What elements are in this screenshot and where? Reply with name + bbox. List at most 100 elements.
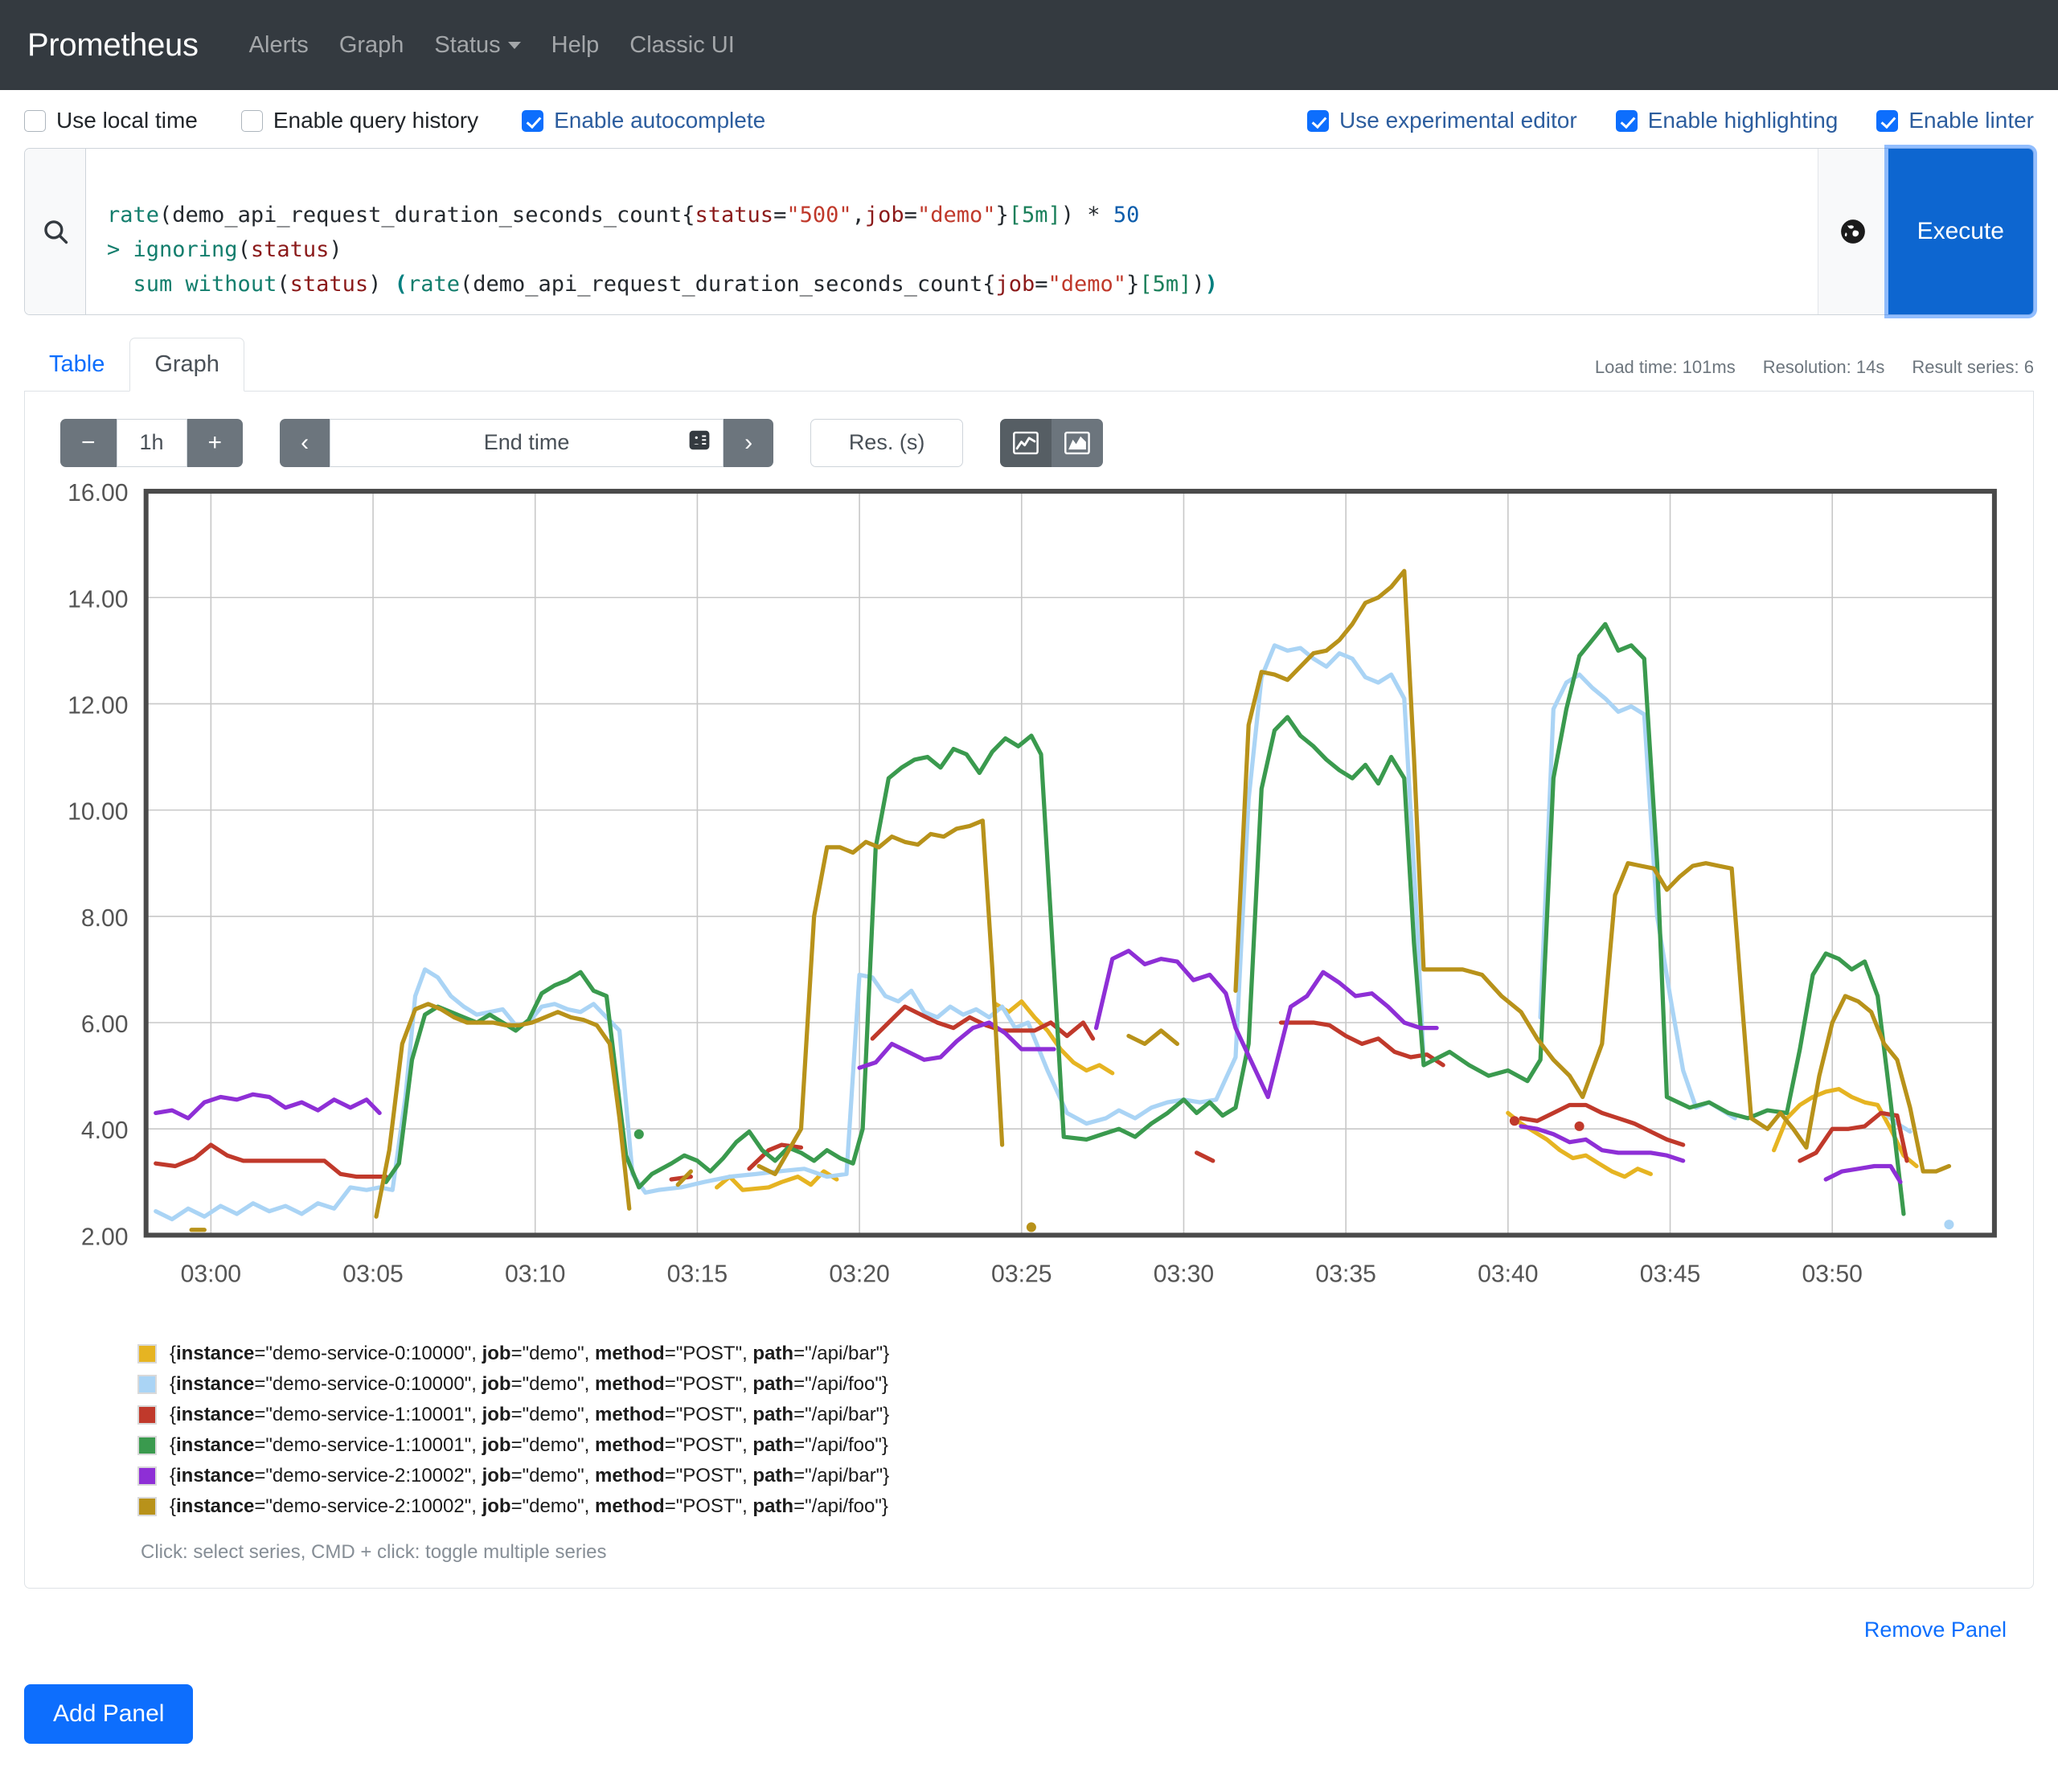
query-paren-1: ( — [159, 203, 172, 228]
search-icon[interactable] — [25, 149, 86, 314]
legend-item[interactable]: {instance="demo-service-0:10000", job="d… — [137, 1369, 2015, 1400]
legend-color-swatch — [137, 1375, 157, 1394]
legend-item[interactable]: {instance="demo-service-1:10001", job="d… — [137, 1430, 2015, 1461]
legend-label: {instance="demo-service-2:10002", job="d… — [170, 1465, 889, 1487]
chart-legend: {instance="demo-service-0:10000", job="d… — [43, 1324, 2015, 1564]
remove-panel-row: Remove Panel — [24, 1589, 2034, 1642]
nav-link-status[interactable]: Status — [419, 32, 535, 59]
svg-text:03:05: 03:05 — [342, 1261, 403, 1287]
range-selector: − 1h + — [60, 419, 243, 467]
remove-panel-link[interactable]: Remove Panel — [1864, 1618, 2007, 1642]
query-metric-1: demo_api_request_duration_seconds_count — [172, 203, 682, 228]
query-paren-3: ( — [277, 272, 289, 297]
stacked-area-chart-icon[interactable] — [1052, 419, 1103, 467]
graph-canvas[interactable]: 2.004.006.008.0010.0012.0014.0016.0003:0… — [43, 483, 2015, 1324]
query-label-status: status — [695, 203, 774, 228]
checkbox-enable-linter-box[interactable] — [1876, 110, 1898, 132]
stat-resolution: Resolution: 14s — [1763, 357, 1885, 378]
tab-table[interactable]: Table — [24, 338, 129, 392]
query-editor-row: rate(demo_api_request_duration_seconds_c… — [24, 148, 2034, 315]
chart-type-toggle — [1000, 419, 1103, 467]
line-chart-icon[interactable] — [1000, 419, 1052, 467]
resolution-input[interactable]: Res. (s) — [810, 419, 963, 467]
legend-item[interactable]: {instance="demo-service-2:10002", job="d… — [137, 1461, 2015, 1491]
query-eq-2: = — [904, 203, 917, 228]
calendar-icon[interactable] — [687, 428, 711, 457]
query-comma-1: , — [852, 203, 865, 228]
query-metric-2: demo_api_request_duration_seconds_count — [473, 272, 982, 297]
brand-logo[interactable]: Prometheus — [27, 27, 199, 64]
legend-color-swatch — [137, 1497, 157, 1516]
tab-graph[interactable]: Graph — [129, 338, 244, 392]
checkbox-use-local-time-box[interactable] — [24, 110, 46, 132]
range-input[interactable]: 1h — [117, 419, 187, 467]
checkbox-enable-linter[interactable]: Enable linter — [1876, 108, 2034, 133]
query-label-status-2: status — [251, 237, 330, 262]
globe-icon[interactable] — [1818, 149, 1888, 314]
query-operator-gt: > — [107, 237, 120, 262]
svg-text:03:50: 03:50 — [1802, 1261, 1862, 1287]
time-next-button[interactable]: › — [724, 419, 773, 467]
query-kw-ignoring: ignoring — [120, 237, 237, 262]
end-time-input[interactable]: End time — [330, 419, 724, 467]
query-paren-highlight-close: ) — [1205, 272, 1218, 297]
nav-link-help[interactable]: Help — [536, 32, 615, 59]
query-paren-close-4: ) — [1191, 272, 1204, 297]
nav-link-graph-label: Graph — [339, 32, 404, 59]
svg-text:16.00: 16.00 — [68, 483, 128, 506]
checkbox-enable-query-history-box[interactable] — [241, 110, 263, 132]
time-prev-button[interactable]: ‹ — [280, 419, 330, 467]
checkbox-enable-highlighting-label: Enable highlighting — [1648, 108, 1839, 133]
query-line-1: rate(demo_api_request_duration_seconds_c… — [107, 203, 1139, 228]
svg-text:03:00: 03:00 — [181, 1261, 241, 1287]
checkbox-enable-query-history-label: Enable query history — [273, 108, 478, 133]
end-time-selector: ‹ End time › — [280, 419, 773, 467]
svg-text:03:40: 03:40 — [1478, 1261, 1538, 1287]
add-panel-row: Add Panel — [24, 1642, 2034, 1792]
time-series-chart[interactable]: 2.004.006.008.0010.0012.0014.0016.0003:0… — [51, 483, 2007, 1324]
execute-button[interactable]: Execute — [1888, 149, 2033, 314]
nav-link-alerts-label: Alerts — [249, 32, 309, 59]
checkbox-enable-autocomplete-box[interactable] — [522, 110, 543, 132]
nav-link-alerts[interactable]: Alerts — [234, 32, 324, 59]
query-paren-close-1: ) — [1061, 203, 1074, 228]
query-input[interactable]: rate(demo_api_request_duration_seconds_c… — [86, 149, 1818, 314]
svg-text:03:15: 03:15 — [667, 1261, 728, 1287]
query-stats: Load time: 101ms Resolution: 14s Result … — [1595, 357, 2034, 391]
query-str-demo-1: "demo" — [917, 203, 996, 228]
checkbox-enable-autocomplete[interactable]: Enable autocomplete — [522, 108, 765, 133]
checkbox-enable-highlighting[interactable]: Enable highlighting — [1616, 108, 1839, 133]
query-range-2: [5m] — [1139, 272, 1191, 297]
nav-link-classic-ui[interactable]: Classic UI — [614, 32, 750, 59]
legend-label: {instance="demo-service-2:10002", job="d… — [170, 1495, 888, 1518]
legend-label: {instance="demo-service-1:10001", job="d… — [170, 1434, 888, 1457]
query-brace-open-1: { — [682, 203, 695, 228]
svg-text:4.00: 4.00 — [81, 1117, 129, 1144]
graph-panel: − 1h + ‹ End time — [24, 392, 2034, 1589]
svg-text:8.00: 8.00 — [81, 904, 129, 931]
query-brace-open-2: { — [982, 272, 995, 297]
add-panel-button[interactable]: Add Panel — [24, 1684, 193, 1744]
query-brace-close-2: } — [1126, 272, 1139, 297]
stat-result-series: Result series: 6 — [1912, 357, 2034, 378]
checkbox-enable-highlighting-box[interactable] — [1616, 110, 1638, 132]
checkbox-enable-query-history[interactable]: Enable query history — [241, 108, 478, 133]
options-row: Use local time Enable query history Enab… — [24, 90, 2034, 148]
checkbox-use-experimental-editor[interactable]: Use experimental editor — [1307, 108, 1577, 133]
nav-link-help-label: Help — [551, 32, 600, 59]
query-fn-rate: rate — [107, 203, 159, 228]
range-decrease-button[interactable]: − — [60, 419, 117, 467]
checkbox-enable-linter-label: Enable linter — [1908, 108, 2034, 133]
query-label-job-2: job — [995, 272, 1035, 297]
legend-color-swatch — [137, 1405, 157, 1425]
checkbox-use-experimental-editor-box[interactable] — [1307, 110, 1329, 132]
checkbox-use-local-time[interactable]: Use local time — [24, 108, 198, 133]
svg-text:03:45: 03:45 — [1640, 1261, 1700, 1287]
svg-text:03:25: 03:25 — [991, 1261, 1052, 1287]
legend-color-swatch — [137, 1436, 157, 1455]
nav-link-graph[interactable]: Graph — [324, 32, 420, 59]
range-increase-button[interactable]: + — [187, 419, 244, 467]
legend-item[interactable]: {instance="demo-service-0:10000", job="d… — [137, 1339, 2015, 1369]
legend-item[interactable]: {instance="demo-service-1:10001", job="d… — [137, 1400, 2015, 1430]
legend-item[interactable]: {instance="demo-service-2:10002", job="d… — [137, 1491, 2015, 1522]
